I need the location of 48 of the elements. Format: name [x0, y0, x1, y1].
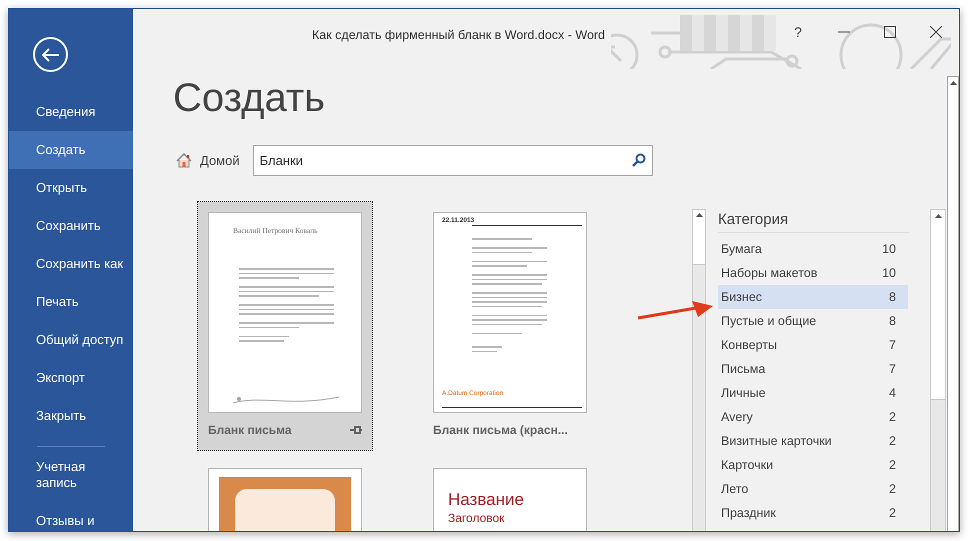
category-item[interactable]: Письма 7 [718, 357, 908, 381]
category-item[interactable]: Пустые и общие 8 [718, 309, 908, 333]
page-heading: Создать [173, 75, 326, 122]
scrollbar[interactable] [692, 209, 706, 531]
category-item[interactable]: Праздник 2 [718, 501, 908, 525]
house-icon [176, 153, 192, 168]
window-title: Как сделать фирменный бланк в Word.docx - Word [312, 27, 606, 44]
pin-icon[interactable] [350, 425, 362, 435]
sidebar-item[interactable]: Сохранить [9, 207, 133, 245]
help-button[interactable]: ? [775, 17, 821, 47]
sidebar-item[interactable]: Отзывы и [36, 513, 106, 529]
category-item[interactable]: Бизнес 8 [718, 285, 908, 309]
sidebar-item[interactable]: Закрыть [9, 397, 133, 435]
maximize-icon [884, 26, 896, 38]
category-heading: Категория [718, 209, 910, 233]
category-item[interactable]: Avery 2 [718, 405, 908, 429]
scroll-up-icon[interactable] [696, 213, 702, 217]
sidebar-item[interactable]: Учетная запись [36, 459, 106, 491]
close-icon [930, 26, 942, 38]
search-field[interactable]: Бланки [252, 145, 653, 176]
home-button[interactable]: Домой [176, 150, 240, 170]
category-item[interactable]: Карточки 2 [718, 453, 908, 477]
preview-text: Название [448, 489, 524, 511]
scroll-up-icon[interactable] [934, 214, 942, 218]
sidebar-item[interactable]: Сведения [9, 93, 133, 131]
template-card[interactable]: Название Заголовок [422, 457, 598, 531]
scrollbar[interactable] [930, 209, 946, 531]
back-arrow-icon [42, 48, 60, 62]
sidebar-item[interactable]: Открыть [9, 169, 133, 207]
category-item[interactable]: Лето 2 [718, 477, 908, 501]
template-label: Бланк письма [208, 422, 292, 439]
sidebar-item[interactable]: Печать [9, 283, 133, 321]
sidebar-item[interactable]: Экспорт [9, 359, 133, 397]
category-item[interactable]: Бумага 10 [718, 237, 908, 261]
minimize-icon [838, 31, 850, 33]
category-item[interactable]: Визитные карточки 2 [718, 429, 908, 453]
sidebar-item[interactable]: Создать [9, 131, 133, 169]
scrollbar[interactable] [947, 76, 959, 531]
category-item[interactable]: Конверты 7 [718, 333, 908, 357]
back-button[interactable] [33, 37, 68, 72]
category-item[interactable]: Наборы макетов 10 [718, 261, 908, 285]
template-label: Бланк письма (красн... [433, 422, 568, 439]
sidebar-item[interactable]: Общий доступ [9, 321, 133, 359]
preview-text: Заголовок [448, 510, 504, 527]
category-item[interactable]: Личные 4 [718, 381, 908, 405]
sidebar-item[interactable]: Сохранить как [9, 245, 133, 283]
search-icon[interactable] [632, 153, 646, 167]
scroll-up-icon[interactable] [950, 81, 956, 85]
